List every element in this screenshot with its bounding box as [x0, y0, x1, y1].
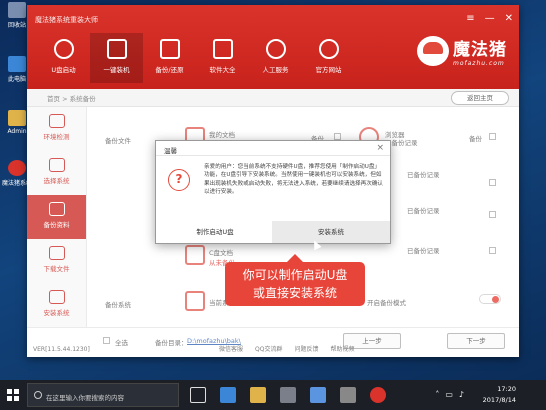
- warning-dialog: 温馨 × ? 亲爱的用户：您当前系统不支持硬件U盘，推荐您使用「制作启动U盘」功…: [155, 140, 391, 244]
- globe-icon: [318, 39, 339, 59]
- make-usb-button[interactable]: 制作启动U盘: [156, 221, 274, 243]
- nav-one-click-install[interactable]: 一键装机: [90, 33, 143, 83]
- minimize-button[interactable]: —: [485, 13, 495, 24]
- install-system-button[interactable]: 安装系统: [272, 221, 390, 243]
- grid-icon: [212, 39, 233, 59]
- user-icon: [265, 39, 286, 59]
- chevron-up-icon[interactable]: ˄: [435, 390, 439, 399]
- volume-icon[interactable]: ♪: [459, 390, 464, 399]
- computer-icon: [8, 56, 26, 72]
- taskbar-pinned: [190, 387, 386, 403]
- close-button[interactable]: ✕: [505, 13, 513, 24]
- dialog-message: 亲爱的用户：您当前系统不支持硬件U盘，推荐您使用「制作启动U盘」功能，在U盘引导…: [204, 164, 384, 195]
- menu-icon[interactable]: ≡: [466, 13, 474, 24]
- taskbar-search[interactable]: 在这里输入你要搜索的内容: [27, 383, 179, 407]
- usb-icon: [53, 39, 74, 59]
- app-icon-1[interactable]: [310, 387, 326, 403]
- mofazhu-app-icon: [8, 160, 26, 176]
- search-icon: [34, 391, 42, 399]
- recycle-bin-icon: [8, 2, 26, 18]
- network-icon[interactable]: ▭: [445, 390, 453, 399]
- folder-icon: [8, 110, 26, 126]
- nav-official-site[interactable]: 官方网站: [302, 33, 355, 83]
- title-bar: 魔法猪系统重装大师 ≡ — ✕ U盘启动 一键装机 备份/还原 软件大全 人工服…: [27, 5, 519, 89]
- store-icon[interactable]: [280, 387, 296, 403]
- edge-icon[interactable]: [220, 387, 236, 403]
- taskbar-clock[interactable]: 17:20 2017/8/14: [483, 384, 516, 406]
- nav-human-service[interactable]: 人工服务: [249, 33, 302, 83]
- dialog-title: 温馨: [164, 147, 177, 155]
- taskbar: 在这里输入你要搜索的内容 ˄ ▭ ♪ 17:20 2017/8/14: [0, 380, 546, 410]
- question-icon: ?: [168, 169, 190, 191]
- file-explorer-icon[interactable]: [250, 387, 266, 403]
- hint-tooltip: 你可以制作启动U盘 或直接安装系统: [225, 254, 365, 306]
- brand-logo: 魔法猪 mofazhu.com: [417, 35, 507, 67]
- windows-start-icon[interactable]: [7, 389, 19, 401]
- window-controls: ≡ — ✕: [466, 13, 513, 24]
- nav-software[interactable]: 软件大全: [196, 33, 249, 83]
- main-nav: U盘启动 一键装机 备份/还原 软件大全 人工服务 官方网站: [37, 33, 355, 83]
- mofazhu-taskbar-icon[interactable]: [370, 387, 386, 403]
- nav-backup-restore[interactable]: 备份/还原: [143, 33, 196, 83]
- window-title: 魔法猪系统重装大师: [35, 16, 98, 24]
- system-tray: ˄ ▭ ♪: [435, 390, 464, 399]
- app-icon-2[interactable]: [340, 387, 356, 403]
- nav-usb-boot[interactable]: U盘启动: [37, 33, 90, 83]
- monitor-icon: [106, 39, 127, 59]
- dialog-close-icon[interactable]: ×: [376, 143, 384, 153]
- pig-mascot-icon: [417, 36, 449, 66]
- database-icon: [159, 39, 180, 59]
- dialog-header: 温馨 ×: [156, 141, 390, 156]
- task-view-icon[interactable]: [190, 387, 206, 403]
